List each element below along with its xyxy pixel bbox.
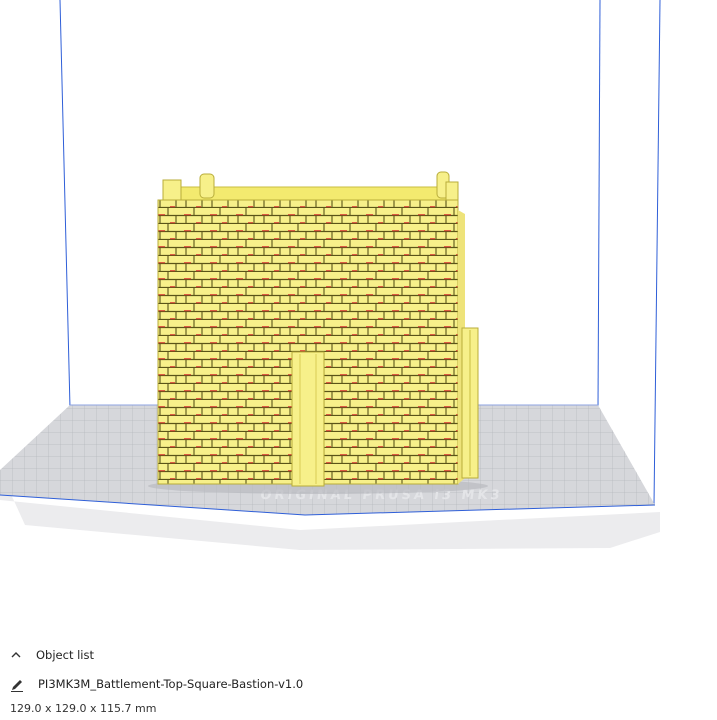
3d-model-battlement-tower[interactable] (157, 171, 479, 487)
build-volume-edge-left-back (59, 0, 71, 409)
object-list-toggle[interactable]: Object list (8, 646, 94, 664)
build-volume-scene[interactable]: ORIGINAL PRUSA i3 MK3 (0, 0, 717, 640)
chevron-up-icon[interactable] (8, 647, 24, 663)
object-name: PI3MK3M_Battlement-Top-Square-Bastion-v1… (38, 677, 304, 691)
build-volume-edge-right-front (653, 0, 661, 506)
build-volume-edge-right-back (597, 0, 601, 409)
object-list-item[interactable]: PI3MK3M_Battlement-Top-Square-Bastion-v1… (10, 675, 303, 693)
pencil-icon[interactable] (10, 677, 24, 692)
object-list-label: Object list (36, 648, 94, 662)
3d-viewport[interactable]: ORIGINAL PRUSA i3 MK3 (0, 0, 717, 640)
object-dimensions: 129.0 x 129.0 x 115.7 mm (10, 701, 157, 715)
